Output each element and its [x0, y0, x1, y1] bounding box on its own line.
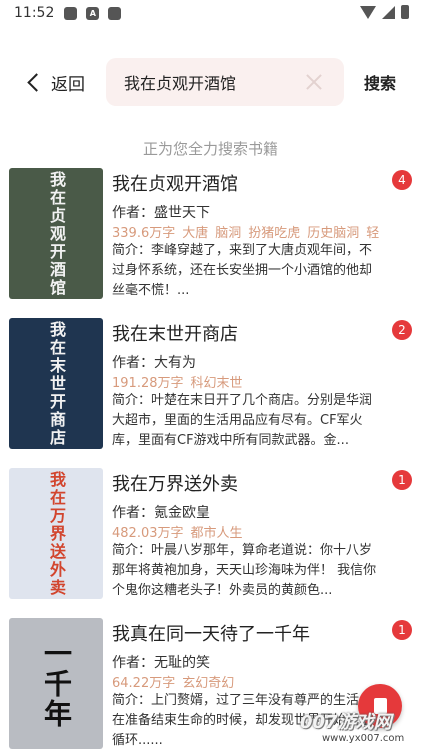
book-cover-title: 我在贞观开酒馆: [47, 170, 66, 297]
wifi-icon: [360, 5, 376, 19]
back-label: 返回: [51, 74, 85, 95]
word-count: 64.22万字: [112, 676, 176, 691]
book-author: 作者：大有为: [112, 355, 196, 371]
book-author: 作者：无耻的笑: [112, 655, 210, 671]
book-tag: 历史脑洞: [307, 226, 360, 241]
book-author: 作者：盛世天下: [112, 205, 210, 221]
update-count-badge: 1: [392, 620, 412, 640]
book-title[interactable]: 我在万界送外卖: [112, 470, 238, 496]
status-time: 11:52: [14, 5, 55, 21]
book-tag: 扮猪吃虎: [248, 226, 301, 241]
book-author: 作者：氪金欧皇: [112, 505, 210, 521]
word-count: 191.28万字: [112, 376, 184, 391]
book-summary: 简介：叶晨八岁那年，算命老道说：你十八岁那年将黄袍加身，天天山珍海味为伴！ 我信…: [112, 543, 377, 598]
book-cover[interactable]: 我在末世开商店: [9, 318, 103, 449]
gallery-icon: [64, 6, 78, 20]
search-button[interactable]: 搜索: [364, 70, 396, 94]
back-button[interactable]: 返回: [26, 68, 85, 96]
book-meta: 64.22万字 玄幻奇幻: [112, 672, 382, 691]
battery-icon: [401, 5, 409, 19]
book-cover-title: 一千年: [40, 638, 73, 729]
clear-icon[interactable]: [304, 72, 324, 92]
book-list-item[interactable]: 我在万界送外卖 我在万界送外卖 1 作者：氪金欧皇 482.03万字 都市人生 简介：叶晨八…: [0, 468, 421, 608]
book-list-item[interactable]: 我在贞观开酒馆 我在贞观开酒馆 4 作者：盛世天下 339.6万字 大唐 脑洞 扮猪吃虎 历史脑…: [0, 168, 421, 308]
book-tag: 大唐: [182, 226, 209, 241]
search-input[interactable]: [124, 70, 294, 94]
watermark-logo: 007游戏网: [300, 712, 392, 733]
book-summary: 简介：叶楚在末日开了几个商店。分别是华润大超市，里面的生活用品应有尽有。CF军火…: [112, 393, 373, 448]
book-list-item[interactable]: 我在末世开商店 我在末世开商店 2 作者：大有为 191.28万字 科幻末世 简介：叶楚在末…: [0, 318, 421, 458]
update-count-badge: 1: [392, 470, 412, 490]
book-cover[interactable]: 我在贞观开酒馆: [9, 168, 103, 299]
status-right: [360, 5, 409, 19]
signal-icon: [382, 5, 395, 19]
book-cover[interactable]: 一千年: [9, 618, 103, 749]
book-tag: 都市人生: [190, 526, 243, 541]
status-bar: 11:52 A: [0, 0, 421, 26]
book-title[interactable]: 我在贞观开酒馆: [112, 170, 238, 196]
a-icon: A: [86, 6, 100, 20]
book-title[interactable]: 我真在同一天待了一千年: [112, 620, 310, 646]
book-title[interactable]: 我在末世开商店: [112, 320, 238, 346]
notification-icon: [108, 6, 122, 20]
book-meta: 482.03万字 都市人生: [112, 522, 382, 541]
searching-tip: 正为您全力搜索书籍: [142, 140, 278, 158]
book-summary: 简介：李峰穿越了，来到了大唐贞观年间，不过身怀系统，还在长安坐拥一个小酒馆的他却…: [112, 243, 373, 298]
word-count: 482.03万字: [112, 526, 184, 541]
update-count-badge: 2: [392, 320, 412, 340]
book-cover[interactable]: 我在万界送外卖: [9, 468, 103, 599]
book-tag: 轻: [366, 226, 380, 241]
book-tag: 科幻末世: [190, 376, 243, 391]
search-box[interactable]: [106, 58, 344, 106]
book-meta: 191.28万字 科幻末世: [112, 372, 382, 391]
chevron-left-icon: [27, 72, 46, 92]
word-count: 339.6万字: [112, 226, 176, 241]
book-cover-title: 我在末世开商店: [47, 320, 66, 447]
book-tag: 玄幻奇幻: [182, 676, 235, 691]
book-tag: 脑洞: [215, 226, 242, 241]
update-count-badge: 4: [392, 170, 412, 190]
search-header: 返回 搜索: [0, 58, 421, 106]
watermark-url: www.yx007.com: [322, 733, 405, 744]
book-meta: 339.6万字 大唐 脑洞 扮猪吃虎 历史脑洞轻: [112, 222, 382, 241]
book-cover-title: 我在万界送外卖: [47, 470, 66, 597]
